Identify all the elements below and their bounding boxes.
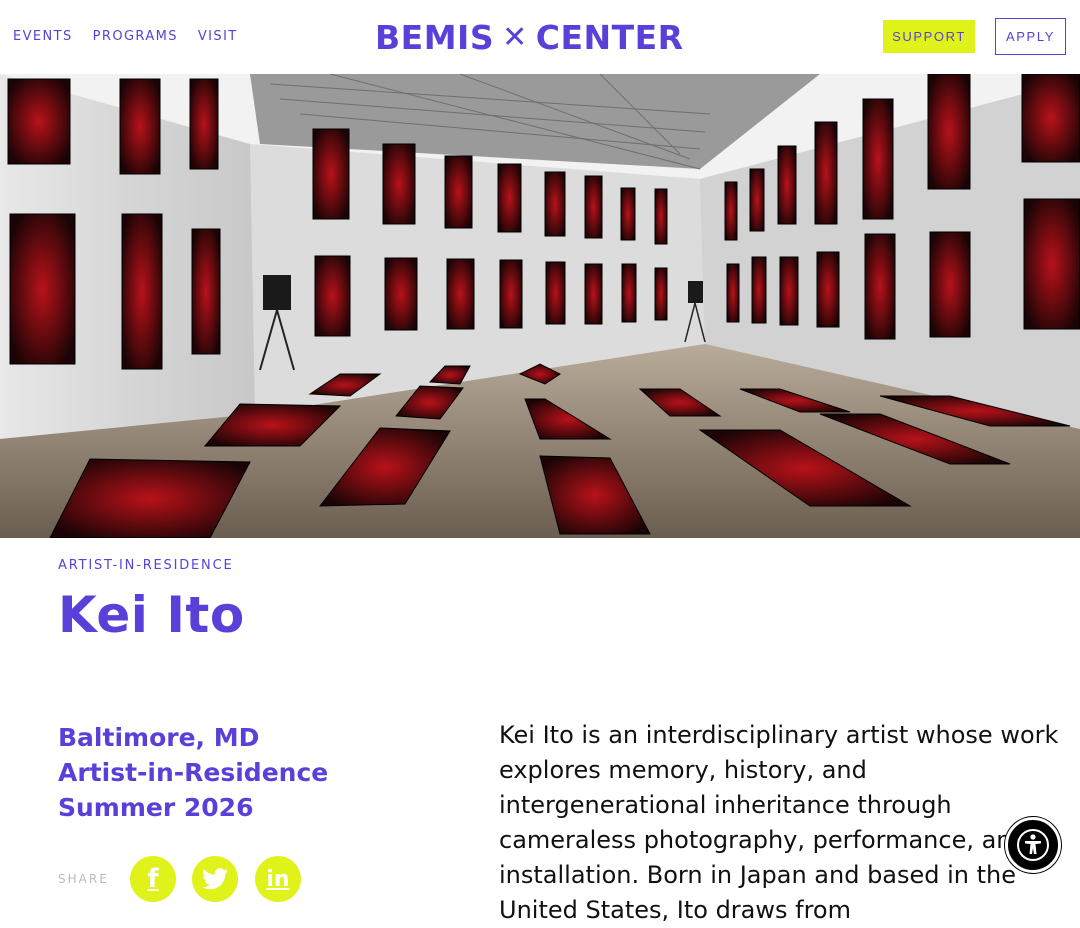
gallery-photo bbox=[0, 74, 1080, 538]
site-logo[interactable]: BEMIS ✕ CENTER bbox=[375, 18, 684, 57]
artist-location: Baltimore, MD bbox=[58, 723, 260, 752]
linkedin-share-button[interactable]: in bbox=[255, 856, 301, 902]
artist-role: Artist-in-Residence bbox=[58, 758, 329, 787]
apply-button[interactable]: APPLY bbox=[995, 18, 1066, 55]
artist-term: Summer 2026 bbox=[58, 793, 254, 822]
nav-events[interactable]: EVENTS bbox=[13, 29, 73, 44]
facebook-icon: f bbox=[147, 864, 159, 894]
artist-bio: Kei Ito is an interdisciplinary artist w… bbox=[499, 721, 1059, 924]
accessibility-icon bbox=[1017, 829, 1049, 861]
linkedin-icon: in bbox=[266, 866, 290, 892]
artist-meta: Baltimore, MD Artist-in-Residence Summer… bbox=[58, 720, 328, 825]
artist-name: Kei Ito bbox=[58, 586, 245, 644]
logo-left: BEMIS bbox=[375, 18, 495, 57]
logo-right: CENTER bbox=[535, 18, 684, 57]
twitter-icon bbox=[202, 868, 228, 890]
accessibility-button[interactable] bbox=[1005, 817, 1061, 873]
facebook-share-button[interactable]: f bbox=[130, 856, 176, 902]
support-button[interactable]: SUPPORT bbox=[883, 20, 975, 53]
nav-visit[interactable]: VISIT bbox=[198, 29, 238, 44]
logo-mark-icon: ✕ bbox=[502, 20, 528, 55]
eyebrow-label: ARTIST-IN-RESIDENCE bbox=[58, 558, 234, 573]
hero-image bbox=[0, 74, 1080, 538]
nav-programs[interactable]: PROGRAMS bbox=[93, 29, 178, 44]
main-nav: EVENTS PROGRAMS VISIT bbox=[13, 29, 238, 44]
site-header: EVENTS PROGRAMS VISIT BEMIS ✕ CENTER SUP… bbox=[0, 0, 1080, 74]
twitter-share-button[interactable] bbox=[192, 856, 238, 902]
